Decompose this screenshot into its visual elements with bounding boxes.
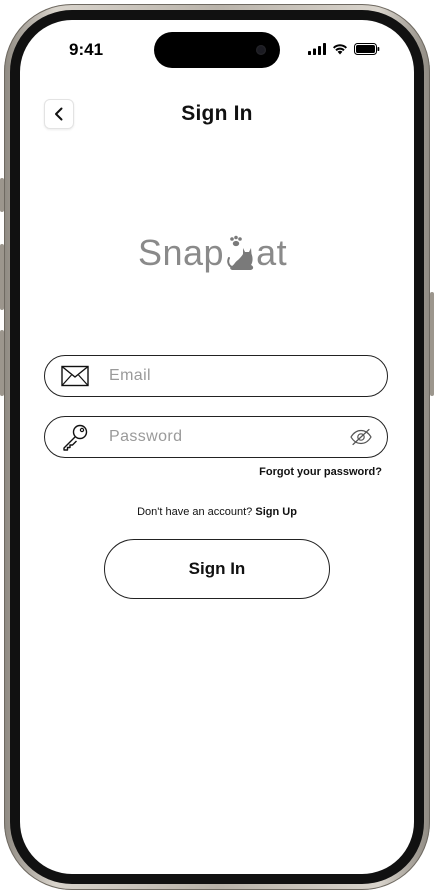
dynamic-island (154, 32, 280, 68)
password-input[interactable] (107, 427, 349, 447)
signup-prompt: Don't have an account? (137, 506, 253, 518)
wifi-icon (333, 44, 347, 55)
volume-up-button (0, 244, 4, 310)
password-field[interactable] (44, 416, 388, 458)
volume-down-button (0, 330, 4, 396)
logo-text-right: at (256, 232, 288, 273)
camera-icon (256, 45, 266, 55)
email-input[interactable] (107, 366, 387, 386)
sign-in-button[interactable]: Sign In (104, 539, 330, 599)
eye-off-icon[interactable] (349, 425, 373, 449)
status-icons (308, 43, 380, 55)
signal-icon (308, 43, 326, 55)
app-logo: Snap at (138, 232, 287, 274)
logo-text-left: Snap (138, 232, 225, 273)
battery-icon (354, 43, 380, 55)
action-button (0, 178, 4, 212)
screen: 9:41 Sign In Snap at Email Forgot your p… (20, 20, 414, 874)
page-title: Sign In (181, 102, 253, 125)
email-field[interactable] (44, 355, 388, 397)
signup-link[interactable]: Sign Up (255, 506, 297, 518)
key-icon (61, 423, 89, 451)
power-button (430, 292, 434, 396)
signup-row: Don't have an account? Sign Up (20, 506, 414, 518)
forgot-password-link[interactable]: Forgot your password? (259, 466, 382, 478)
status-time: 9:41 (69, 40, 104, 59)
cat-paw-icon (227, 235, 254, 270)
envelope-icon (61, 362, 89, 390)
